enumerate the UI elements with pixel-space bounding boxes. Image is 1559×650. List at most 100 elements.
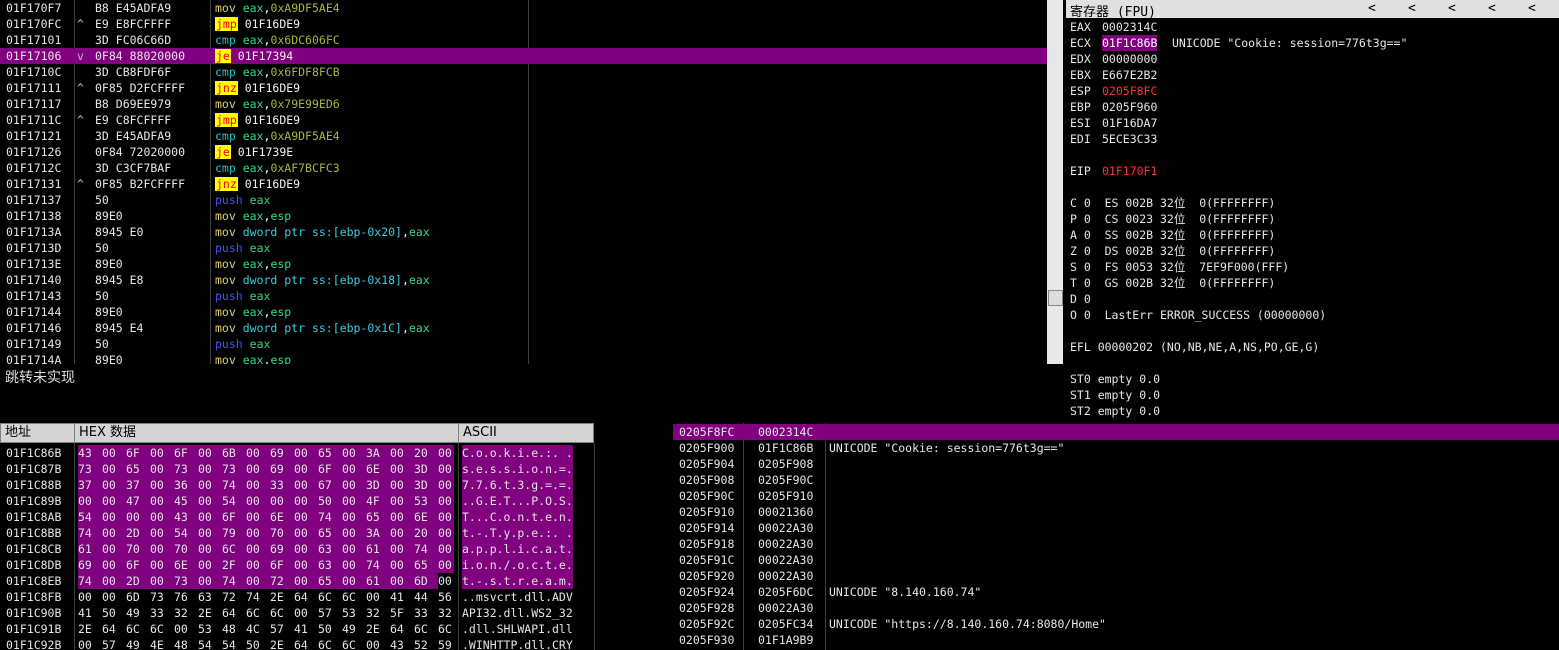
stack-row[interactable]: 0205F92C 0205FC34 UNICODE "https://8.140.1…	[673, 616, 1559, 632]
register-value[interactable]: 01F1C86B	[1102, 35, 1158, 51]
disasm-row[interactable]: 01F17143 50 push eax	[0, 288, 1047, 304]
dump-row[interactable]: 01F1C92B 00 57 49 4E 48 54 54 50 2E 64 6C 6C 00 43 52 59…	[0, 637, 655, 650]
disasm-row[interactable]: 01F17146 8945 E4 mov dword ptr ss:[ebp-0x1…	[0, 320, 1047, 336]
column-header-address[interactable]: 地址	[0, 423, 75, 443]
nav-arrow-button[interactable]: <	[1488, 1, 1496, 16]
memory-dump-pane[interactable]: 地址 HEX 数据 ASCII 01F1C86B 43 00 6F 00 6F 00 6B 00…	[0, 423, 655, 650]
register-row[interactable]: ESP 0205F8FC	[1066, 83, 1559, 99]
register-value[interactable]: 00000000	[1102, 51, 1157, 67]
stack-pane[interactable]: 0205F8FC 0002314C 0205F900 01F1C86B UNICODE …	[673, 423, 1559, 650]
register-row[interactable]: EFL 00000202 (NO,NB,NE,A,NS,PO,GE,G)	[1066, 339, 1559, 355]
register-row[interactable]: ST0 empty 0.0	[1066, 371, 1559, 387]
register-row[interactable]	[1066, 179, 1559, 195]
register-row[interactable]: S 0 FS 0053 32位 7EF9F000(FFF)	[1066, 259, 1559, 275]
register-row[interactable]: ST2 empty 0.0	[1066, 403, 1559, 419]
stack-row[interactable]: 0205F920 00022A30	[673, 568, 1559, 584]
dump-row[interactable]: 01F1C8BB 74 00 2D 00 54 00 79 00 70 00 65 00 3A 00 20 00…	[0, 525, 655, 541]
disasm-row[interactable]: 01F170FC ^ E9 E8FCFFFF jmp 01F16DE9	[0, 16, 1047, 32]
nav-arrow-button[interactable]: <	[1448, 1, 1456, 16]
disasm-row[interactable]: 01F17140 8945 E8 mov dword ptr ss:[ebp-0x1…	[0, 272, 1047, 288]
register-row[interactable]	[1066, 355, 1559, 371]
register-row[interactable]: C 0 ES 002B 32位 0(FFFFFFFF)	[1066, 195, 1559, 211]
disasm-row[interactable]: 01F17121 3D E45ADFA9 cmp eax,0xA9DF5AE4	[0, 128, 1047, 144]
disasm-row[interactable]: 01F17131 ^ 0F85 B2FCFFFF jnz 01F16DE9	[0, 176, 1047, 192]
stack-row[interactable]: 0205F910 00021360	[673, 504, 1559, 520]
disasm-row[interactable]: 01F17144 89E0 mov eax,esp	[0, 304, 1047, 320]
register-value[interactable]: 01F16DA7	[1102, 115, 1157, 131]
stack-row[interactable]: 0205F8FC 0002314C	[673, 424, 1559, 440]
disasm-row[interactable]: 01F17111 ^ 0F85 D2FCFFFF jnz 01F16DE9	[0, 80, 1047, 96]
register-row[interactable]: Z 0 DS 002B 32位 0(FFFFFFFF)	[1066, 243, 1559, 259]
register-row[interactable]: EIP 01F170F1	[1066, 163, 1559, 179]
disasm-row[interactable]: 01F17101 3D FC06C66D cmp eax,0x6DC606FC	[0, 32, 1047, 48]
register-value[interactable]: E667E2B2	[1102, 67, 1157, 83]
disasm-row[interactable]: 01F170F7 B8 E45ADFA9 mov eax,0xA9DF5AE4	[0, 0, 1047, 16]
dump-row[interactable]: 01F1C8EB 74 00 2D 00 73 00 74 00 72 00 65 00 61 00 6D 00…	[0, 573, 655, 589]
disasm-row[interactable]: 01F1710C 3D CB8FDF6F cmp eax,0x6FDF8FCB	[0, 64, 1047, 80]
register-row[interactable]: P 0 CS 0023 32位 0(FFFFFFFF)	[1066, 211, 1559, 227]
disasm-row[interactable]: 01F17117 B8 D69EE979 mov eax,0x79E99ED6	[0, 96, 1047, 112]
disasm-row[interactable]: 01F17137 50 push eax	[0, 192, 1047, 208]
nav-arrow-button[interactable]: <	[1408, 1, 1416, 16]
register-row[interactable]: ESI 01F16DA7	[1066, 115, 1559, 131]
register-row[interactable]	[1066, 147, 1559, 163]
register-value[interactable]: 01F170F1	[1102, 163, 1157, 179]
register-row[interactable]	[1066, 323, 1559, 339]
registers-pane[interactable]: 寄存器 (FPU) < < < < < EAX 0002314C ECX 01F1C8…	[1066, 0, 1559, 422]
dump-row[interactable]: 01F1C89B 00 00 47 00 45 00 54 00 00 00 50 00 4F 00 53 00…	[0, 493, 655, 509]
dump-row[interactable]: 01F1C8CB 61 00 70 00 70 00 6C 00 69 00 63 00 61 00 74 00…	[0, 541, 655, 557]
dump-row[interactable]: 01F1C88B 37 00 37 00 36 00 74 00 33 00 67 00 3D 00 3D 00…	[0, 477, 655, 493]
dump-row[interactable]: 01F1C87B 73 00 65 00 73 00 73 00 69 00 6F 00 6E 00 3D 00…	[0, 461, 655, 477]
dump-row[interactable]: 01F1C90B 41 50 49 33 32 2E 64 6C 6C 00 57 53 32 5F 33 32…	[0, 605, 655, 621]
column-header-hex[interactable]: HEX 数据	[74, 423, 459, 443]
disasm-row[interactable]: 01F1713D 50 push eax	[0, 240, 1047, 256]
register-row[interactable]: EDX 00000000	[1066, 51, 1559, 67]
register-row[interactable]: T 0 GS 002B 32位 0(FFFFFFFF)	[1066, 275, 1559, 291]
stack-row[interactable]: 0205F91C 00022A30	[673, 552, 1559, 568]
register-value[interactable]: 0002314C	[1102, 19, 1157, 35]
dump-row[interactable]: 01F1C8DB 69 00 6F 00 6E 00 2F 00 6F 00 63 00 74 00 65 00…	[0, 557, 655, 573]
register-row[interactable]: O 0 LastErr ERROR_SUCCESS (00000000)	[1066, 307, 1559, 323]
nav-arrow-button[interactable]: <	[1368, 1, 1376, 16]
disassembly-scrollbar[interactable]	[1047, 0, 1063, 364]
stack-row[interactable]: 0205F918 00022A30	[673, 536, 1559, 552]
register-row[interactable]: EBP 0205F960	[1066, 99, 1559, 115]
disasm-row[interactable]: 01F17126 0F84 72020000 je 01F1739E	[0, 144, 1047, 160]
register-row[interactable]: EDI 5ECE3C33	[1066, 131, 1559, 147]
stack-row[interactable]: 0205F904 0205F908	[673, 456, 1559, 472]
register-row[interactable]: A 0 SS 002B 32位 0(FFFFFFFF)	[1066, 227, 1559, 243]
disasm-row[interactable]: 01F1711C ^ E9 C8FCFFFF jmp 01F16DE9	[0, 112, 1047, 128]
disassembly-pane[interactable]: 01F170F7 B8 E45ADFA9 mov eax,0xA9DF5AE4 01F…	[0, 0, 1047, 364]
dump-row[interactable]: 01F1C86B 43 00 6F 00 6F 00 6B 00 69 00 65 00 3A 00 20 00…	[0, 445, 655, 461]
register-row[interactable]: ST3 empty 0.0	[1066, 419, 1559, 422]
dump-row[interactable]: 01F1C91B 2E 64 6C 6C 00 53 48 4C 57 41 50 49 2E 64 6C 6C…	[0, 621, 655, 637]
stack-row[interactable]: 0205F900 01F1C86B UNICODE "Cookie: session…	[673, 440, 1559, 456]
dump-row[interactable]: 01F1C8AB 54 00 00 00 43 00 6F 00 6E 00 74 00 65 00 6E 00…	[0, 509, 655, 525]
disasm-row[interactable]: 01F1712C 3D C3CF7BAF cmp eax,0xAF7BCFC3	[0, 160, 1047, 176]
column-header-ascii[interactable]: ASCII	[458, 423, 594, 443]
stack-row[interactable]: 0205F928 00022A30	[673, 600, 1559, 616]
register-row[interactable]: ECX 01F1C86B UNICODE "Cookie: session=776t…	[1066, 35, 1559, 51]
stack-row[interactable]: 0205F914 00022A30	[673, 520, 1559, 536]
stack-row[interactable]: 0205F924 0205F6DC UNICODE "8.140.160.74"	[673, 584, 1559, 600]
disasm-row[interactable]: 01F17138 89E0 mov eax,esp	[0, 208, 1047, 224]
register-value[interactable]: 0205F960	[1102, 99, 1157, 115]
disasm-row[interactable]: 01F1713E 89E0 mov eax,esp	[0, 256, 1047, 272]
stack-row[interactable]: 0205F90C 0205F910	[673, 488, 1559, 504]
disasm-row[interactable]: 01F1714A 89E0 mov eax,esp	[0, 352, 1047, 364]
disasm-row[interactable]: 01F1713A 8945 E0 mov dword ptr ss:[ebp-0x2…	[0, 224, 1047, 240]
scrollbar-thumb[interactable]	[1048, 290, 1063, 306]
register-row[interactable]: EBX E667E2B2	[1066, 67, 1559, 83]
nav-arrow-button[interactable]: <	[1528, 1, 1536, 16]
register-row[interactable]: D 0	[1066, 291, 1559, 307]
disasm-row[interactable]: 01F17149 50 push eax	[0, 336, 1047, 352]
stack-row[interactable]: 0205F908 0205F90C	[673, 472, 1559, 488]
dump-row[interactable]: 01F1C8FB 00 00 6D 73 76 63 72 74 2E 64 6C 6C 00 41 44 56…	[0, 589, 655, 605]
register-row[interactable]: EAX 0002314C	[1066, 19, 1559, 35]
stack-row[interactable]: 0205F930 01F1A9B9	[673, 632, 1559, 648]
register-value[interactable]: 5ECE3C33	[1102, 131, 1157, 147]
registers-title-bar[interactable]: 寄存器 (FPU) < < < < <	[1066, 0, 1559, 20]
register-row[interactable]: ST1 empty 0.0	[1066, 387, 1559, 403]
register-value[interactable]: 0205F8FC	[1102, 83, 1157, 99]
disasm-row[interactable]: 01F17106 v 0F84 88020000 je 01F17394	[0, 48, 1047, 64]
